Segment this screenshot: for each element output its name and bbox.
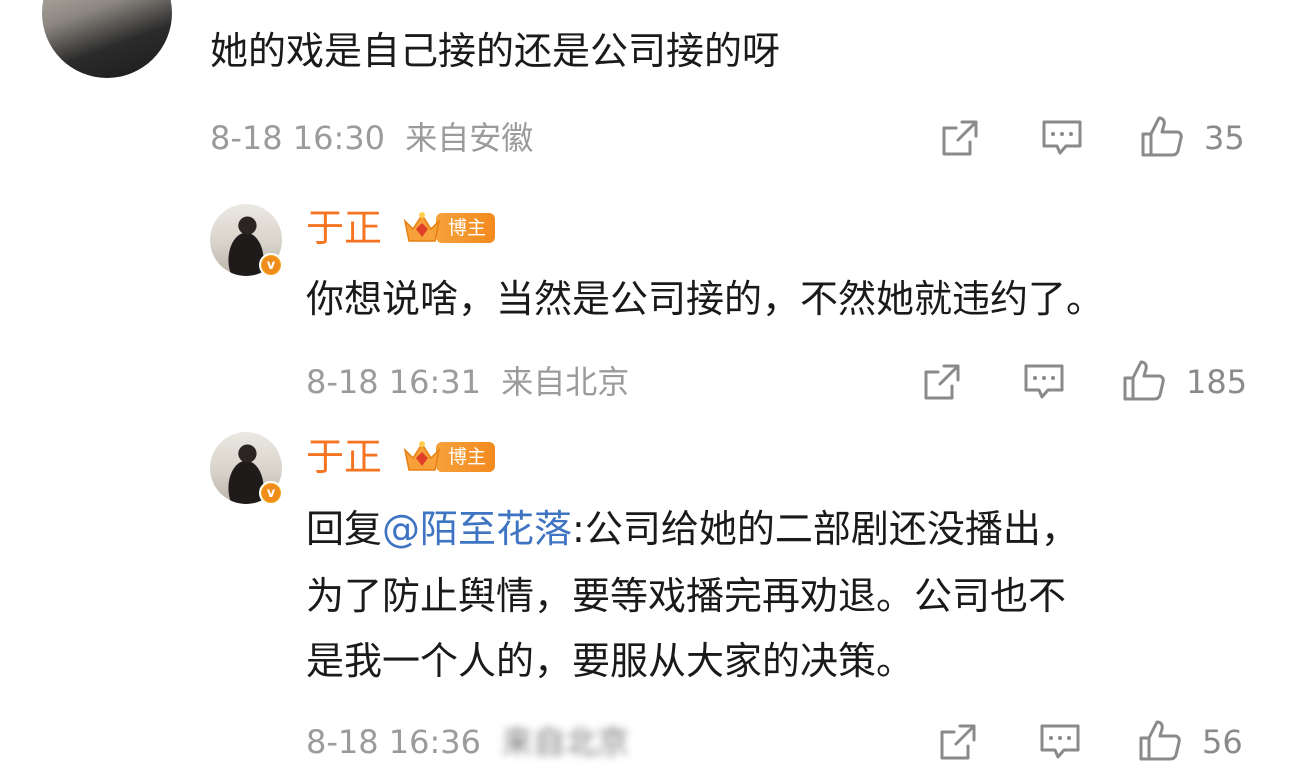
- reply-meta: 8-18 16:36 来自北京: [306, 722, 629, 762]
- crown-icon: [402, 211, 442, 245]
- blogger-tag: 博主: [402, 211, 496, 245]
- reply-text-line-3: 是我一个人的，要服从大家的决策。: [306, 639, 915, 683]
- verified-badge-icon: v: [259, 253, 283, 277]
- comment-icon[interactable]: [1038, 720, 1082, 764]
- crown-icon: [402, 440, 442, 474]
- share-icon[interactable]: [936, 720, 980, 764]
- mention-link[interactable]: @陌至花落: [382, 507, 572, 551]
- comment-date: 8-18 16:30: [210, 119, 386, 157]
- comment-text: 她的戏是自己接的还是公司接的呀: [210, 29, 781, 73]
- comment-icon[interactable]: [1022, 360, 1066, 404]
- share-icon[interactable]: [920, 360, 964, 404]
- blogger-tag: 博主: [402, 440, 496, 474]
- reply-prefix: 回复: [306, 507, 383, 551]
- share-icon[interactable]: [938, 116, 982, 160]
- thumbs-up-icon[interactable]: [1140, 114, 1184, 158]
- commenter-avatar[interactable]: [42, 0, 172, 78]
- reply-location: 来自北京: [501, 363, 630, 401]
- like-count: 35: [1204, 119, 1245, 157]
- reply-username[interactable]: 于正: [306, 205, 382, 251]
- blogger-tag-label: 博主: [436, 213, 496, 243]
- reply-date: 8-18 16:36: [306, 723, 482, 761]
- reply-meta: 8-18 16:31 来自北京: [306, 362, 629, 402]
- reply-text-line-2: 为了防止舆情，要等戏播完再劝退。公司也不: [306, 574, 1067, 618]
- reply-username[interactable]: 于正: [306, 434, 382, 480]
- thumbs-up-icon[interactable]: [1122, 358, 1166, 402]
- comment-meta: 8-18 16:30 来自安徽: [210, 118, 533, 158]
- reply-text: 你想说啥，当然是公司接的，不然她就违约了。: [306, 277, 1105, 321]
- blogger-tag-label: 博主: [436, 442, 496, 472]
- comment-icon[interactable]: [1040, 116, 1084, 160]
- like-count: 185: [1186, 363, 1248, 401]
- reply-date: 8-18 16:31: [306, 363, 482, 401]
- like-count: 56: [1202, 723, 1243, 761]
- verified-badge-icon: v: [259, 481, 283, 505]
- reply-text-line-1: 回复@陌至花落:公司给她的二部剧还没播出，: [306, 498, 1079, 560]
- reply-location: 来自北京: [501, 723, 630, 761]
- thumbs-up-icon[interactable]: [1138, 718, 1182, 762]
- reply-text-segment: :公司给她的二部剧还没播出，: [572, 507, 1079, 551]
- comment-location: 来自安徽: [405, 119, 534, 157]
